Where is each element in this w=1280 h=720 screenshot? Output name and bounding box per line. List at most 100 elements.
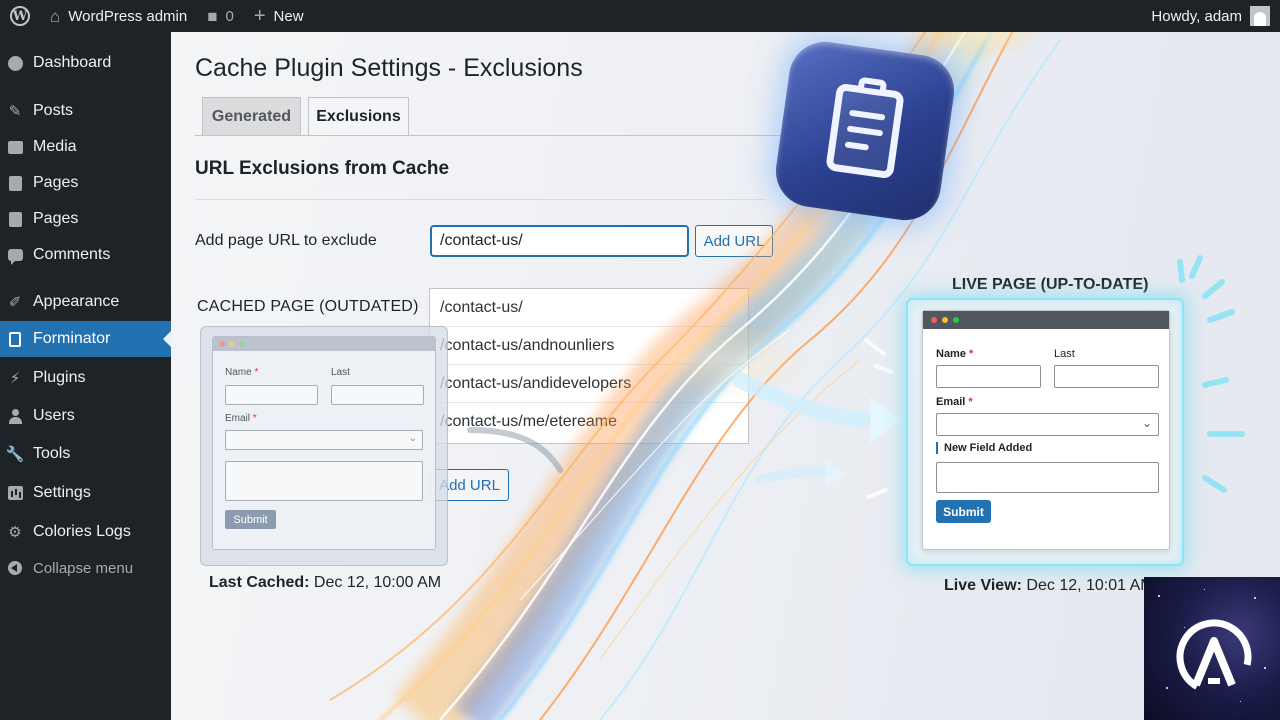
sidebar-item-label: Collapse menu [33, 559, 134, 577]
live-caption-value: Dec 12, 10:01 AM [1026, 577, 1154, 594]
last-field[interactable] [1054, 365, 1159, 388]
cached-page-title: CACHED PAGE (OUTDATED) [197, 298, 419, 315]
name-label: Name * [225, 367, 259, 378]
exclude-url-input[interactable] [430, 225, 689, 257]
comment-icon: ■ [207, 6, 218, 26]
admin-sidebar: Dashboard ✎ Posts Media Pages Pages Comm… [0, 32, 171, 720]
home-icon: ⌂ [50, 6, 61, 26]
sidebar-item-label: Dashboard [33, 54, 112, 71]
account-menu[interactable]: Howdy, adam [1141, 0, 1280, 32]
sidebar-item-label: Comments [33, 246, 111, 263]
sidebar-item-colories-logs[interactable]: ⚙ Colories Logs [0, 514, 171, 550]
comments-link[interactable]: ■ 0 [197, 0, 244, 32]
email-field[interactable]: ⌄ [936, 413, 1159, 436]
list-item[interactable]: /contact-us/andidevelopers [430, 365, 748, 403]
sidebar-item-comments[interactable]: Comments [0, 237, 171, 273]
new-field-textarea[interactable] [936, 462, 1159, 493]
brand-logo [1144, 577, 1280, 720]
email-label: Email * [225, 413, 257, 424]
sidebar-item-label: Users [33, 407, 75, 424]
new-content-link[interactable]: + New [244, 0, 314, 32]
sidebar-item-label: Forminator [33, 330, 111, 347]
email-label: Email * [936, 396, 973, 408]
howdy-text: Howdy, adam [1151, 7, 1242, 25]
live-submit-button[interactable]: Submit [936, 500, 991, 523]
cached-caption: Last Cached: Dec 12, 10:00 AM [209, 574, 441, 592]
minimize-dot-icon [942, 317, 948, 323]
sidebar-item-label: Pages [33, 210, 79, 227]
sidebar-item-settings[interactable]: Settings [0, 475, 171, 511]
settings-icon [6, 484, 24, 502]
collapse-icon [6, 559, 24, 577]
close-dot-icon [219, 341, 225, 347]
window-titlebar [213, 337, 435, 351]
sidebar-item-plugins[interactable]: ⚡ Plugins [0, 360, 171, 396]
wrench-icon: 🔧 [5, 446, 25, 463]
sidebar-item-posts[interactable]: ✎ Posts [0, 93, 171, 129]
wordpress-logo-icon[interactable]: W [0, 0, 40, 32]
chevron-down-icon: ⌄ [1141, 416, 1152, 430]
message-field [225, 461, 423, 501]
last-field [331, 385, 424, 405]
page-title: Cache Plugin Settings - Exclusions [195, 54, 583, 82]
minimize-dot-icon [229, 341, 235, 347]
live-form-window: Name * Last Email * ⌄ New Field Added Su… [922, 310, 1170, 550]
tab-divider [195, 135, 785, 136]
sidebar-item-tools[interactable]: 🔧 Tools [0, 436, 171, 472]
live-page-preview: Name * Last Email * ⌄ New Field Added Su… [906, 298, 1184, 566]
admin-bar: W ⌂ WordPress admin ■ 0 + New Howdy, ada… [0, 0, 1280, 32]
excluded-url-list[interactable]: /contact-us/ /contact-us/andnounliers /c… [429, 288, 749, 444]
chevron-down-icon: ⌄ [408, 433, 417, 444]
section-divider [195, 199, 765, 200]
sidebar-item-label: Pages [33, 174, 79, 191]
new-label: New [273, 7, 304, 25]
cached-submit-button: Submit [225, 510, 276, 529]
site-name-link[interactable]: ⌂ WordPress admin [40, 0, 197, 32]
sidebar-item-label: Settings [33, 484, 91, 501]
sidebar-item-label: Appearance [33, 293, 120, 310]
name-label: Name * [936, 348, 974, 360]
add-url-button[interactable]: Add URL [695, 225, 773, 257]
dashboard-icon [6, 54, 24, 72]
name-field[interactable] [936, 365, 1041, 388]
plug-icon: ⚡ [9, 370, 21, 387]
section-title: URL Exclusions from Cache [195, 158, 450, 179]
user-icon [6, 407, 24, 425]
media-icon [6, 138, 24, 156]
sidebar-item-pages-2[interactable]: Pages [0, 201, 171, 237]
brush-icon: ✐ [8, 294, 22, 311]
collapse-menu-button[interactable]: Collapse menu [0, 550, 171, 586]
email-field: ⌄ [225, 430, 423, 450]
last-label: Last [1054, 348, 1075, 360]
add-url-label: Add page URL to exclude [195, 232, 377, 249]
sidebar-item-forminator[interactable]: Forminator [0, 321, 171, 357]
sidebar-item-label: Colories Logs [33, 523, 131, 540]
live-caption-label: Live View: [944, 577, 1022, 594]
clipboard-icon [771, 37, 959, 225]
pin-icon: ✎ [8, 103, 22, 120]
sidebar-item-media[interactable]: Media [0, 129, 171, 165]
form-icon [6, 330, 24, 348]
sidebar-item-label: Tools [33, 445, 71, 462]
list-item[interactable]: /contact-us/andnounliers [430, 327, 748, 365]
cached-page-preview: Name * Last Email * ⌄ Submit [200, 326, 448, 566]
sidebar-item-dashboard[interactable]: Dashboard [0, 45, 171, 81]
plus-icon: + [253, 5, 266, 27]
sidebar-item-appearance[interactable]: ✐ Appearance [0, 284, 171, 320]
last-label: Last [331, 367, 350, 378]
list-item[interactable]: /contact-us/me/etereame [430, 403, 748, 441]
compass-logo-icon [1176, 619, 1252, 695]
cached-form-window: Name * Last Email * ⌄ Submit [212, 336, 436, 550]
comment-icon [6, 246, 24, 265]
maximize-dot-icon [239, 341, 245, 347]
sidebar-item-label: Plugins [33, 369, 86, 386]
tab-exclusions[interactable]: Exclusions [308, 97, 409, 136]
tab-generated[interactable]: Generated [202, 97, 301, 136]
live-page-title: LIVE PAGE (UP-TO-DATE) [952, 276, 1149, 293]
list-item[interactable]: /contact-us/ [430, 289, 748, 327]
avatar [1250, 6, 1270, 26]
sidebar-item-users[interactable]: Users [0, 398, 171, 434]
sidebar-item-label: Media [33, 138, 77, 155]
sidebar-item-pages[interactable]: Pages [0, 165, 171, 201]
close-dot-icon [931, 317, 937, 323]
